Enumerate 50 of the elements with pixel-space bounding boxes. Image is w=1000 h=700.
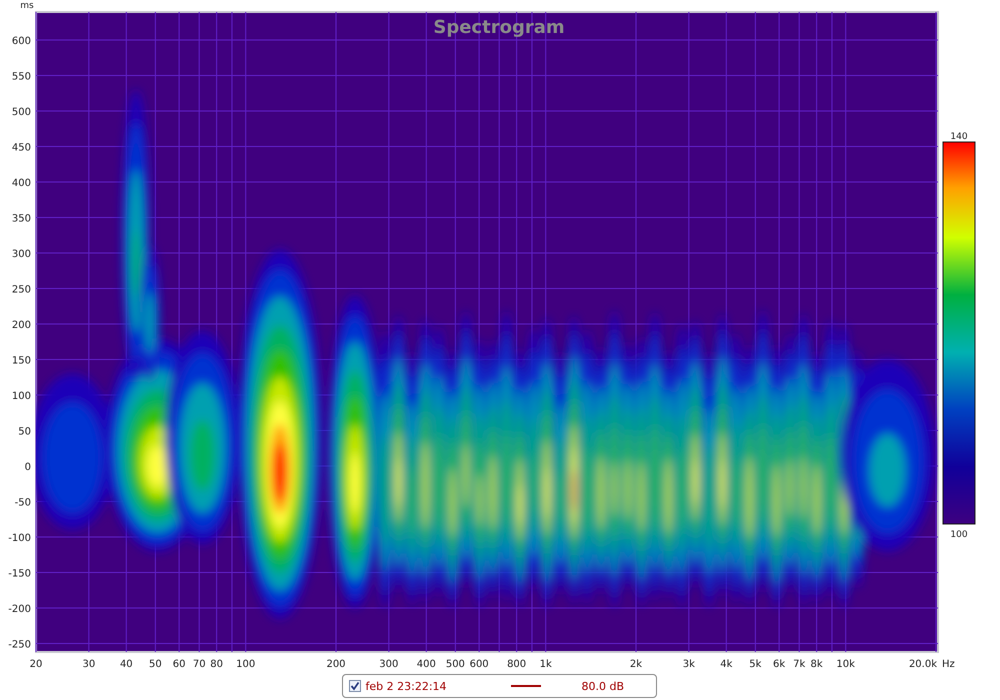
x-axis-label: 3k [682, 659, 695, 670]
y-axis-label: 50 [18, 426, 31, 438]
x-axis-label: 7k [793, 659, 806, 670]
x-axis-label: 50 [149, 659, 162, 670]
color-scale-min-label: 100 [950, 530, 968, 540]
y-axis-unit: ms [20, 1, 34, 11]
color-scale-max-label: 140 [950, 132, 968, 142]
x-axis-label: 70 [192, 659, 206, 670]
x-axis-label: 300 [379, 659, 398, 670]
y-axis-label: -100 [8, 533, 31, 544]
x-axis-label: 800 [507, 659, 526, 670]
x-axis-label: 100 [236, 659, 256, 670]
y-axis-label: 200 [12, 320, 31, 331]
y-axis-label: 400 [12, 178, 31, 189]
x-axis-unit: Hz [942, 659, 955, 670]
x-axis-label: 20.0k [908, 659, 937, 670]
x-axis-label: 80 [210, 659, 223, 670]
y-axis-label: 350 [12, 214, 31, 224]
y-axis-label: -150 [8, 568, 31, 580]
y-axis-label: -50 [14, 498, 31, 508]
checkbox[interactable] [348, 680, 360, 692]
y-axis-label: -250 [8, 640, 31, 650]
y-axis-label: 600 [12, 36, 31, 47]
x-axis-label: 60 [172, 659, 186, 670]
x-axis-label: 200 [326, 659, 346, 670]
x-axis-label: 20 [30, 659, 42, 670]
x-axis-label: 5k [749, 659, 762, 670]
x-axis-label: 6k [773, 659, 786, 670]
x-axis-label: 400 [416, 659, 436, 670]
y-axis-label: 250 [12, 284, 31, 296]
x-axis-label: 600 [470, 659, 489, 670]
y-axis-label: 300 [12, 249, 31, 260]
x-axis-label: 40 [120, 659, 133, 670]
y-axis-label: 100 [12, 391, 31, 402]
x-axis-label: 10k [836, 659, 855, 670]
x-axis-label: 500 [446, 659, 465, 670]
x-axis-label: 2k [630, 659, 642, 670]
y-axis-label: 450 [12, 142, 31, 154]
legend-label: feb 2 23:22:14 [366, 680, 448, 692]
y-axis-label: 500 [12, 107, 31, 118]
chart-title: Spectrogram [433, 17, 565, 38]
y-axis-label: 0 [24, 462, 31, 473]
y-axis-label: -200 [8, 604, 31, 615]
x-axis-label: 4k [720, 659, 732, 670]
x-axis-label: 1k [540, 659, 552, 670]
y-axis-label: 550 [12, 72, 31, 82]
x-axis-label: 30 [82, 659, 96, 670]
x-axis-label: 8k [810, 659, 823, 670]
y-axis-label: 150 [12, 356, 31, 366]
legend-value: 80.0 dB [582, 680, 624, 692]
